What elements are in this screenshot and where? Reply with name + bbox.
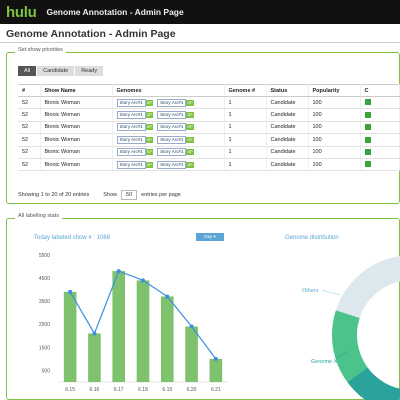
leader-line — [321, 289, 341, 296]
donut-label: Genome X — [311, 359, 338, 365]
genome-distribution-chart: Others Genome X — [302, 255, 400, 400]
donut-label: Others — [302, 288, 319, 294]
donut-slice[interactable] — [335, 255, 400, 319]
